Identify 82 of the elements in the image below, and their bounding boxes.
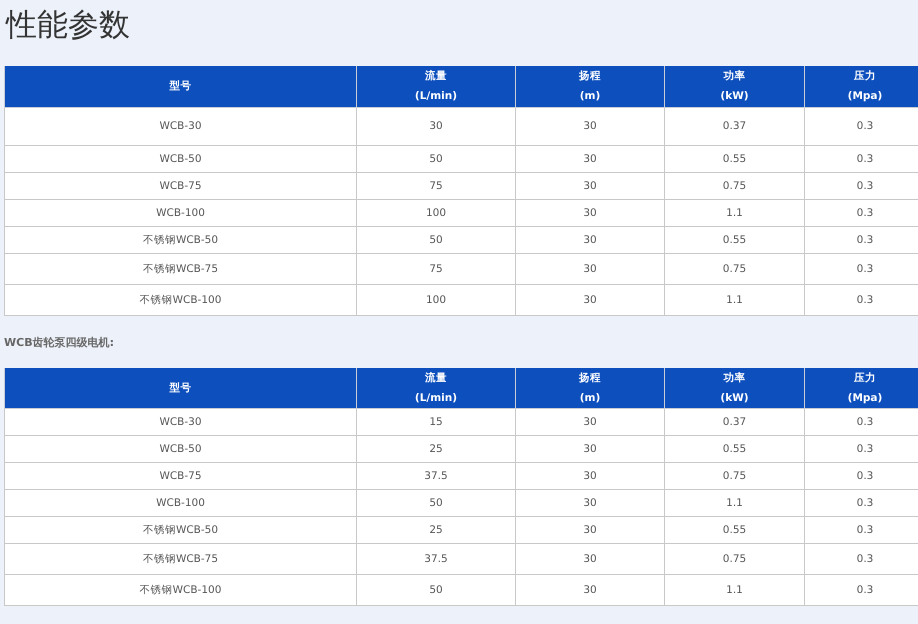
table-cell: 100: [356, 284, 516, 315]
table-cell: 30: [516, 226, 664, 253]
header-cell: 型号: [4, 368, 356, 408]
table-cell: 0.3: [804, 516, 918, 544]
table-cell: 0.55: [664, 226, 804, 253]
table-cell: 不锈钢WCB-50: [4, 516, 356, 544]
table-cell: 30: [516, 408, 664, 436]
table-cell: 30: [356, 107, 516, 145]
table-cell: WCB-75: [4, 462, 356, 490]
table-cell: WCB-30: [4, 408, 356, 436]
table-cell: 15: [356, 408, 516, 436]
table-cell: 0.3: [804, 107, 918, 145]
table-cell: 30: [516, 490, 664, 516]
table-cell: 25: [356, 436, 516, 462]
table-cell: 1.1: [664, 284, 804, 315]
table-cell: 30: [516, 107, 664, 145]
table-cell: 37.5: [356, 462, 516, 490]
table-cell: 0.3: [804, 145, 918, 172]
table-cell: 1.1: [664, 199, 804, 226]
table-cell: 0.55: [664, 516, 804, 544]
header-cell: 流量 (L/min): [356, 368, 516, 408]
header-cell: 功率 (kW): [664, 66, 804, 107]
table-cell: 0.55: [664, 436, 804, 462]
header-cell: 压力 (Mpa): [804, 368, 918, 408]
table-cell: 0.75: [664, 253, 804, 284]
table-cell: 0.3: [804, 462, 918, 490]
table-cell: 0.3: [804, 226, 918, 253]
table-cell: 30: [516, 172, 664, 199]
header-cell: 型号: [4, 66, 356, 107]
table-cell: 30: [516, 462, 664, 490]
table-cell: WCB-100: [4, 199, 356, 226]
header-cell: 压力 (Mpa): [804, 66, 918, 107]
table-cell: 50: [356, 574, 516, 606]
table-cell: 30: [516, 284, 664, 315]
table-cell: 0.75: [664, 462, 804, 490]
header-cell: 功率 (kW): [664, 368, 804, 408]
table-cell: 75: [356, 253, 516, 284]
table-cell: 50: [356, 226, 516, 253]
table-cell: 50: [356, 145, 516, 172]
table-cell: 不锈钢WCB-100: [4, 574, 356, 606]
table-cell: 1.1: [664, 574, 804, 606]
table-cell: 不锈钢WCB-75: [4, 253, 356, 284]
table-cell: 30: [516, 253, 664, 284]
table-cell: 25: [356, 516, 516, 544]
page-title: 性能参数: [4, 6, 131, 45]
table-cell: 0.3: [804, 408, 918, 436]
table-cell: 30: [516, 574, 664, 606]
table-cell: 50: [356, 490, 516, 516]
header-cell: 扬程 (m): [516, 368, 664, 408]
table-cell: 30: [516, 544, 664, 574]
table-cell: 0.75: [664, 544, 804, 574]
table-cell: 0.3: [804, 172, 918, 199]
table-cell: 0.3: [804, 199, 918, 226]
table-cell: 0.37: [664, 107, 804, 145]
table-cell: 75: [356, 172, 516, 199]
table-cell: 0.3: [804, 574, 918, 606]
table-cell: 30: [516, 436, 664, 462]
table-cell: 0.37: [664, 408, 804, 436]
table-cell: 不锈钢WCB-50: [4, 226, 356, 253]
table-cell: 0.75: [664, 172, 804, 199]
table-cell: 0.55: [664, 145, 804, 172]
table-cell: 30: [516, 516, 664, 544]
header-cell: 扬程 (m): [516, 66, 664, 107]
table-cell: 30: [516, 145, 664, 172]
table-cell: 37.5: [356, 544, 516, 574]
table-cell: 0.3: [804, 253, 918, 284]
table-cell: WCB-50: [4, 436, 356, 462]
table-cell: 100: [356, 199, 516, 226]
table-cell: WCB-100: [4, 490, 356, 516]
table-cell: 0.3: [804, 544, 918, 574]
table-cell: 1.1: [664, 490, 804, 516]
table-cell: 0.3: [804, 490, 918, 516]
table-cell: 0.3: [804, 284, 918, 315]
table-cell: 不锈钢WCB-75: [4, 544, 356, 574]
table-cell: 30: [516, 199, 664, 226]
header-cell: 流量 (L/min): [356, 66, 516, 107]
table-cell: WCB-75: [4, 172, 356, 199]
section-heading: WCB齿轮泵四级电机:: [4, 334, 115, 350]
table-cell: WCB-30: [4, 107, 356, 145]
table-cell: 不锈钢WCB-100: [4, 284, 356, 315]
table-cell: WCB-50: [4, 145, 356, 172]
table-cell: 0.3: [804, 436, 918, 462]
